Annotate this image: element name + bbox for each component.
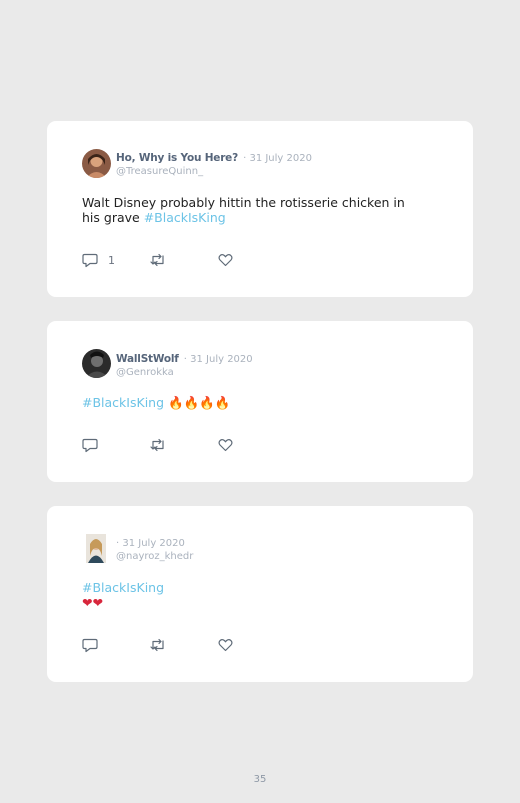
reply-count: 1 <box>108 253 115 267</box>
retweet-icon <box>150 438 164 452</box>
fire-emoji: 🔥🔥🔥🔥 <box>168 395 231 410</box>
hashtag-link[interactable]: #BlackIsKing <box>82 580 422 595</box>
comment-icon <box>82 638 98 652</box>
retweet-button[interactable] <box>150 252 166 268</box>
retweet-button[interactable] <box>150 437 166 453</box>
avatar[interactable] <box>82 149 111 178</box>
avatar[interactable] <box>86 534 106 563</box>
retweet-icon <box>150 638 164 652</box>
tweet-text: #BlackIsKing 🔥🔥🔥🔥 <box>82 395 422 410</box>
heart-icon <box>218 253 233 267</box>
heart-emoji: ❤❤ <box>82 595 103 610</box>
page-number: 35 <box>253 774 267 785</box>
tweet-date: · 31 July 2020 <box>243 153 312 164</box>
like-button[interactable] <box>218 637 233 653</box>
tweet-card: · 31 July 2020 @nayroz_khedr #BlackIsKin… <box>47 506 473 682</box>
hashtag-link[interactable]: #BlackIsKing <box>144 210 226 225</box>
tweet-card: Ho, Why is You Here? · 31 July 2020 @Tre… <box>47 121 473 297</box>
tweet-header: Ho, Why is You Here? · 31 July 2020 @Tre… <box>116 150 312 178</box>
like-button[interactable] <box>218 437 233 453</box>
avatar[interactable] <box>82 349 111 378</box>
reply-button[interactable]: 1 <box>82 252 115 268</box>
tweet-text: Walt Disney probably hittin the rotisser… <box>82 195 422 225</box>
tweet-actions <box>82 637 282 653</box>
author-handle[interactable]: @Genrokka <box>116 367 253 379</box>
reply-button[interactable] <box>82 637 108 653</box>
retweet-icon <box>150 253 164 267</box>
heart-icon <box>218 638 233 652</box>
hashtag-link[interactable]: #BlackIsKing <box>82 395 164 410</box>
tweet-actions <box>82 437 282 453</box>
tweet-text: #BlackIsKing ❤❤ <box>82 580 422 610</box>
tweet-date: · 31 July 2020 <box>183 354 253 365</box>
author-name[interactable]: Ho, Why is You Here? <box>116 152 238 164</box>
author-name[interactable]: WallStWolf <box>116 353 179 365</box>
comment-icon <box>82 253 98 267</box>
tweet-body: Walt Disney probably hittin the rotisser… <box>82 195 405 225</box>
tweet-header: WallStWolf · 31 July 2020 @Genrokka <box>116 351 253 379</box>
like-button[interactable] <box>218 252 233 268</box>
author-handle[interactable]: @TreasureQuinn_ <box>116 166 312 178</box>
tweet-actions: 1 <box>82 252 282 268</box>
comment-icon <box>82 438 98 452</box>
tweet-header: · 31 July 2020 @nayroz_khedr <box>116 535 193 563</box>
heart-icon <box>218 438 233 452</box>
tweet-date: · 31 July 2020 <box>116 538 185 549</box>
author-handle[interactable]: @nayroz_khedr <box>116 551 193 563</box>
tweet-card: WallStWolf · 31 July 2020 @Genrokka #Bla… <box>47 321 473 482</box>
retweet-button[interactable] <box>150 637 166 653</box>
reply-button[interactable] <box>82 437 108 453</box>
